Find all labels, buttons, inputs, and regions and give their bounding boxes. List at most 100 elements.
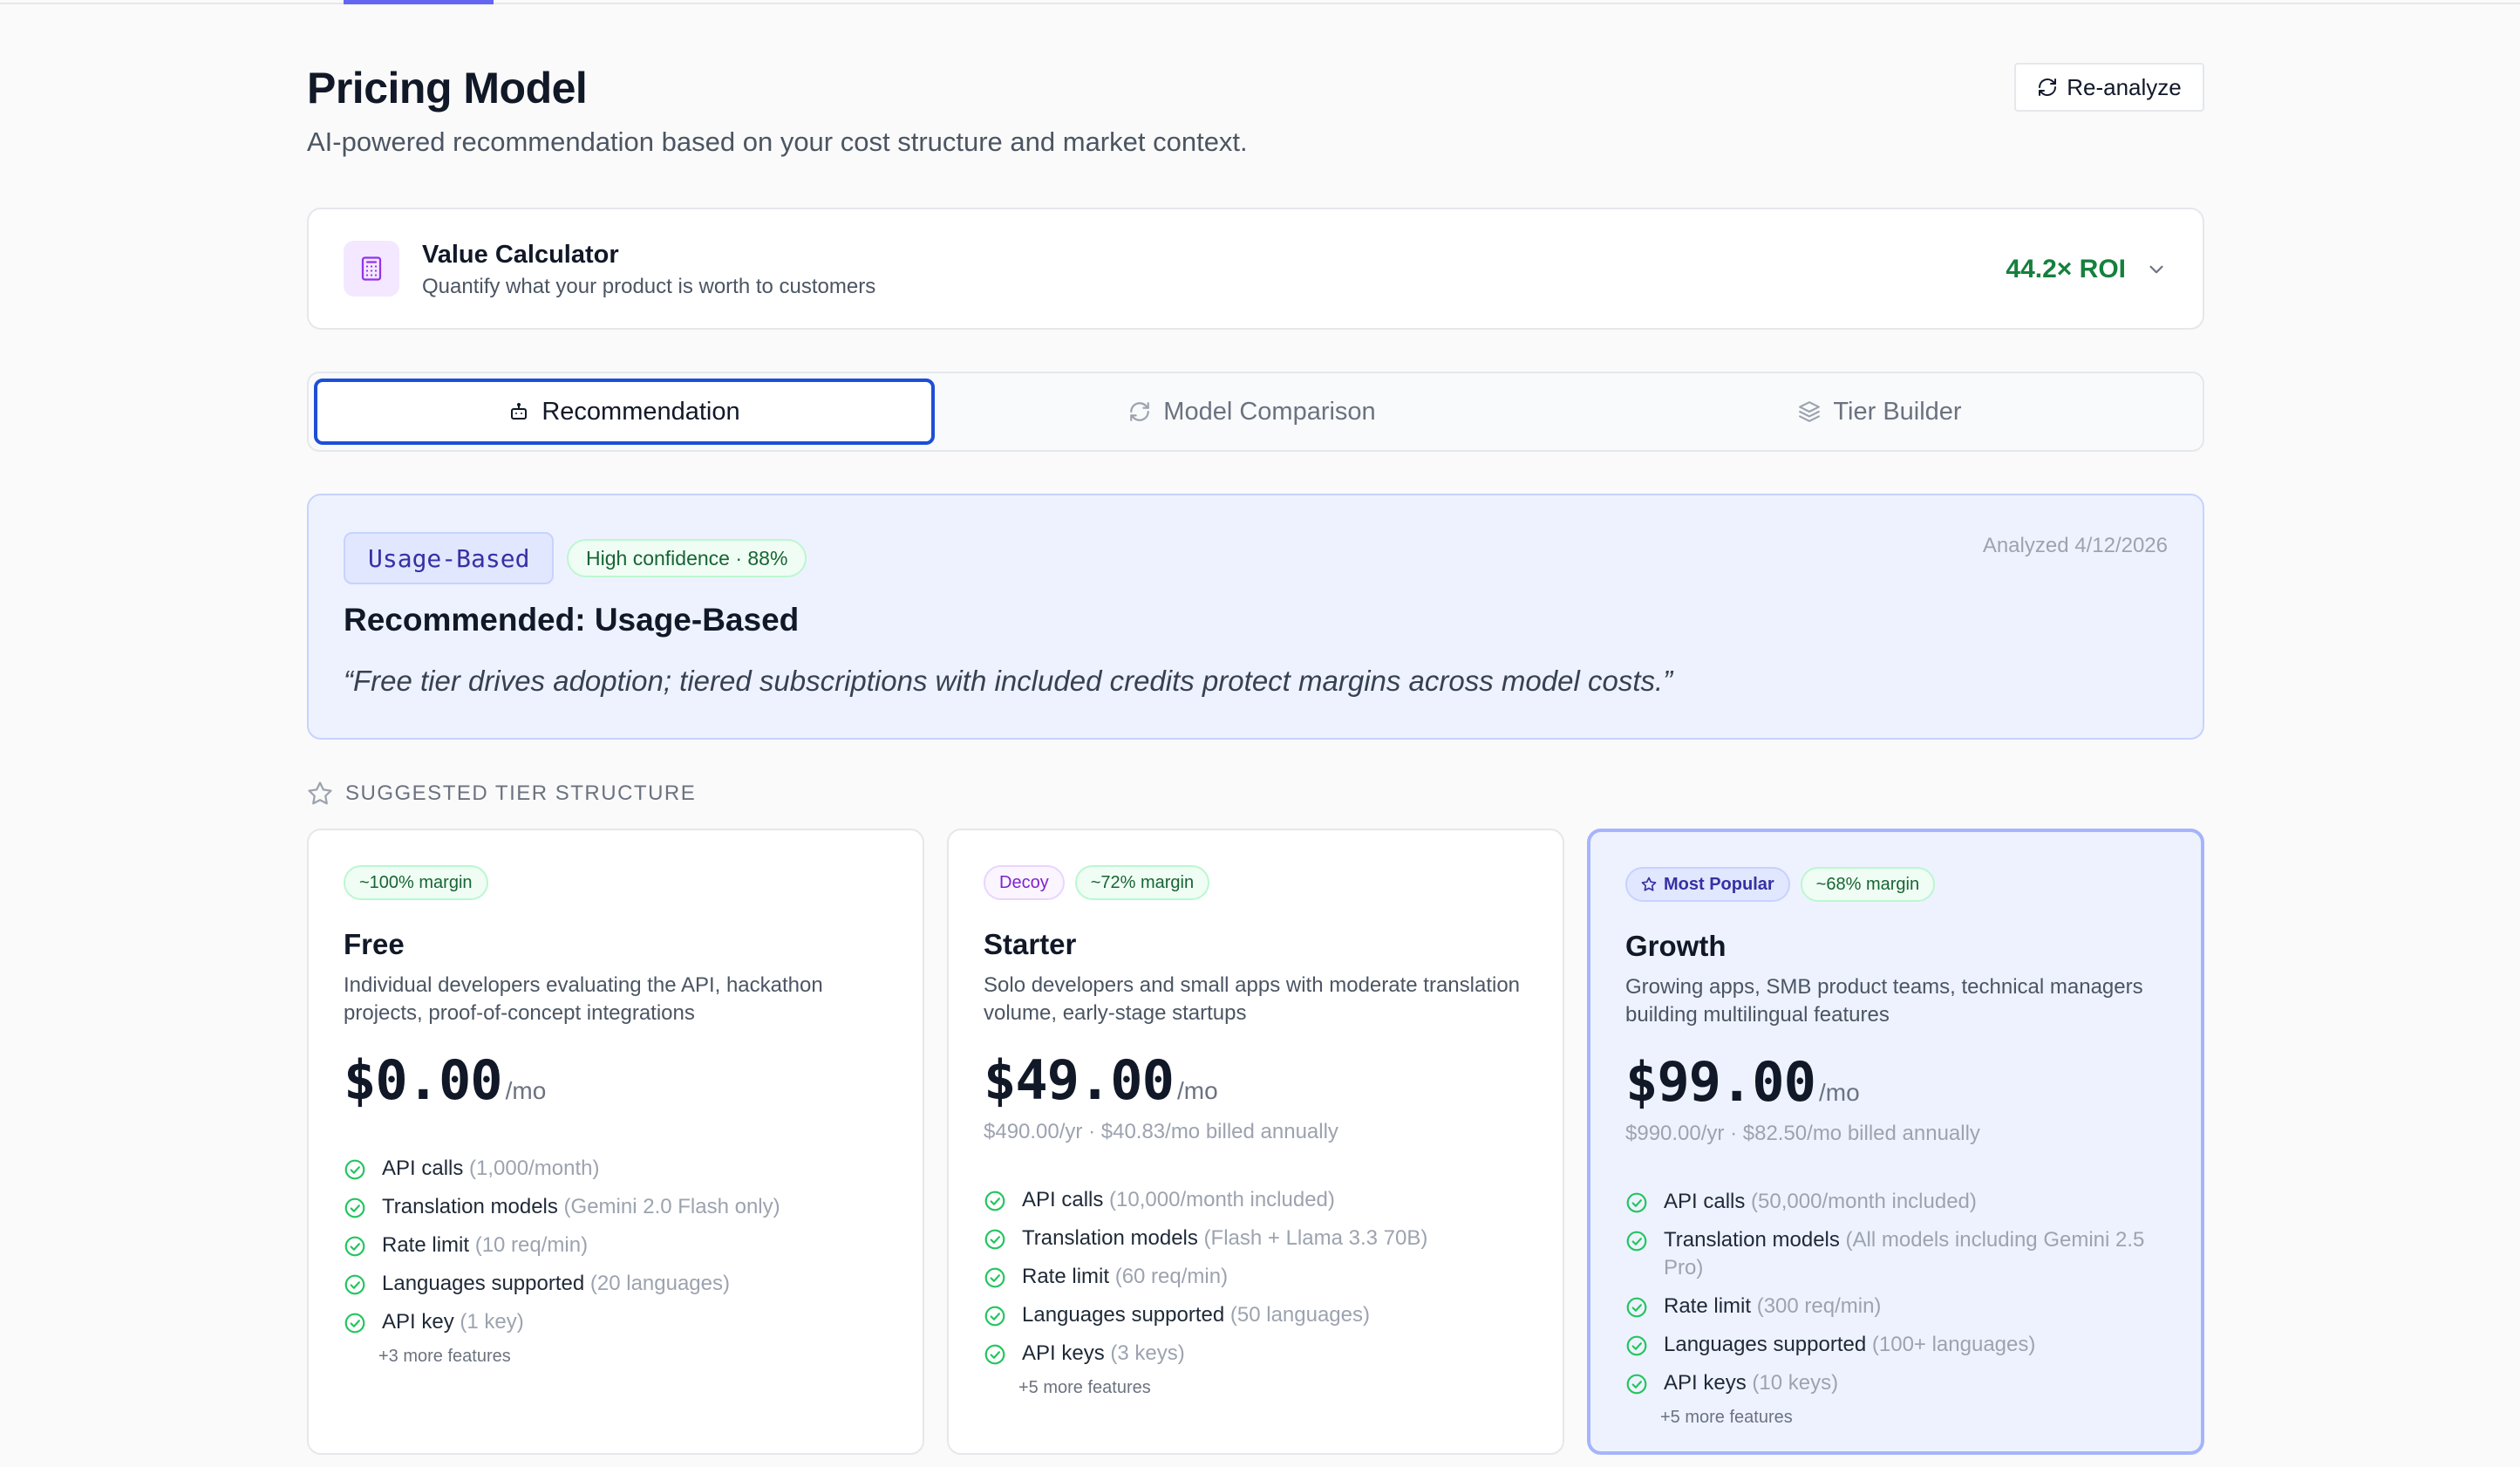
- value-calculator-card[interactable]: Value Calculator Quantify what your prod…: [307, 208, 2204, 330]
- roi-value: 44.2× ROI: [2006, 255, 2126, 283]
- more-features-link[interactable]: +5 more features: [1660, 1408, 2183, 1428]
- tier-card-starter[interactable]: Decoy ~72% margin Starter Solo developers a…: [947, 829, 1564, 1455]
- feature-name: Translation models: [1664, 1228, 1840, 1252]
- star-icon: [308, 781, 332, 805]
- feature-name: Rate limit: [1664, 1294, 1752, 1318]
- feature-list: API calls (10,000/month included) Transla…: [984, 1186, 1542, 1398]
- tier-name: Free: [344, 928, 405, 960]
- top-nav-divider: [0, 0, 2520, 4]
- feature-item: Translation models (Gemini 2.0 Flash onl…: [344, 1193, 902, 1221]
- feature-detail: (300 req/min): [1756, 1294, 1882, 1318]
- tab-recommendation-label: Recommendation: [541, 397, 740, 426]
- price-amount: $99.00: [1625, 1050, 1816, 1114]
- tier-section-title: SUGGESTED TIER STRUCTURE: [345, 781, 697, 805]
- value-calculator-subtitle: Quantify what your product is worth to c…: [422, 275, 876, 298]
- feature-name: API calls: [382, 1157, 464, 1180]
- page-title: Pricing Model: [307, 64, 588, 113]
- refresh-icon: [2039, 78, 2057, 96]
- feature-item: API calls (10,000/month included): [984, 1186, 1542, 1214]
- check-circle-icon: [344, 1273, 366, 1296]
- more-features-link[interactable]: +5 more features: [1018, 1378, 1542, 1398]
- model-type-badge: Usage-Based: [344, 532, 555, 584]
- tier-card-free[interactable]: ~100% margin Free Individual developers ev…: [307, 829, 924, 1455]
- check-circle-icon: [1625, 1296, 1648, 1319]
- feature-detail: (10,000/month included): [1109, 1188, 1335, 1211]
- feature-name: Rate limit: [1022, 1265, 1110, 1288]
- feature-item: Translation models (All models including…: [1625, 1226, 2183, 1282]
- feature-detail: (1 key): [460, 1310, 524, 1334]
- price-amount: $0.00: [344, 1048, 503, 1112]
- page-subtitle: AI-powered recommendation based on your …: [307, 126, 1248, 157]
- active-nav-indicator: [344, 0, 494, 4]
- feature-detail: (Flash + Llama 3.3 70B): [1203, 1226, 1428, 1250]
- more-features-link[interactable]: +3 more features: [378, 1347, 902, 1367]
- chevron-down-icon[interactable]: [2145, 258, 2168, 285]
- feature-detail: (3 keys): [1110, 1341, 1185, 1365]
- price-period: /mo: [505, 1077, 547, 1104]
- feature-name: API keys: [1664, 1371, 1747, 1395]
- check-circle-icon: [344, 1197, 366, 1219]
- check-circle-icon: [344, 1158, 366, 1181]
- layers-icon: [1799, 401, 1821, 422]
- price-period: /mo: [1818, 1079, 1860, 1106]
- tier-badges: ~100% margin: [344, 865, 488, 900]
- feature-name: Languages supported: [1022, 1303, 1225, 1327]
- feature-item: API calls (1,000/month): [344, 1155, 902, 1183]
- feature-item: API calls (50,000/month included): [1625, 1188, 2183, 1216]
- analyzed-date: Analyzed 4/12/2026: [1982, 534, 2168, 557]
- price-amount: $49.00: [984, 1048, 1175, 1112]
- price-period: /mo: [1176, 1077, 1218, 1104]
- tier-card-growth[interactable]: Most Popular ~68% margin Growth Growing app…: [1587, 829, 2204, 1455]
- tier-price: $0.00/mo: [344, 1048, 546, 1112]
- feature-item: API keys (10 keys): [1625, 1369, 2183, 1397]
- recommendation-quote: “Free tier drives adoption; tiered subsc…: [344, 665, 1673, 697]
- annual-price: $990.00/yr · $82.50/mo billed annually: [1625, 1122, 1980, 1145]
- feature-detail: (20 languages): [589, 1272, 730, 1295]
- badge-label: ~100% margin: [359, 872, 473, 892]
- feature-name: Rate limit: [382, 1233, 470, 1257]
- margin-badge: ~68% margin: [1800, 867, 1936, 902]
- tab-tier-builder[interactable]: Tier Builder: [1570, 379, 2190, 445]
- refresh-icon: [1130, 402, 1150, 421]
- reanalyze-label: Re-analyze: [2067, 73, 2182, 100]
- tier-badges: Decoy ~72% margin: [984, 865, 1210, 900]
- badge-label: Most Popular: [1664, 874, 1774, 894]
- confidence-badge: High confidence · 88%: [567, 539, 807, 577]
- feature-item: Languages supported (50 languages): [984, 1301, 1542, 1329]
- tier-name: Growth: [1625, 930, 1727, 962]
- tab-model-comparison[interactable]: Model Comparison: [942, 379, 1563, 445]
- feature-detail: (10 keys): [1752, 1371, 1839, 1395]
- feature-item: Rate limit (10 req/min): [344, 1232, 902, 1259]
- check-circle-icon: [344, 1312, 366, 1334]
- check-circle-icon: [984, 1190, 1006, 1212]
- tab-tier-builder-label: Tier Builder: [1833, 397, 1962, 426]
- feature-item: API keys (3 keys): [984, 1340, 1542, 1368]
- check-circle-icon: [344, 1235, 366, 1258]
- tier-badges: Most Popular ~68% margin: [1625, 867, 1936, 902]
- tab-recommendation[interactable]: Recommendation: [314, 379, 935, 445]
- check-circle-icon: [984, 1343, 1006, 1366]
- feature-detail: (60 req/min): [1114, 1265, 1229, 1288]
- badge-label: ~68% margin: [1815, 874, 1920, 894]
- feature-item: Rate limit (300 req/min): [1625, 1293, 2183, 1320]
- tier-section-header: SUGGESTED TIER STRUCTURE: [307, 778, 696, 809]
- tier-price: $99.00/mo: [1625, 1050, 1860, 1114]
- calculator-icon: [344, 241, 399, 297]
- reanalyze-button[interactable]: Re-analyze: [2014, 63, 2204, 112]
- feature-name: API calls: [1022, 1188, 1104, 1211]
- check-circle-icon: [1625, 1334, 1648, 1357]
- recommendation-title: Recommended: Usage-Based: [344, 602, 800, 638]
- page-header: Pricing Model AI-powered recommendation …: [307, 63, 2204, 167]
- badge-label: ~72% margin: [1090, 872, 1195, 892]
- feature-detail: (50 languages): [1229, 1303, 1370, 1327]
- feature-name: Translation models: [1022, 1226, 1198, 1250]
- tier-name: Starter: [984, 928, 1077, 960]
- view-tabs: Recommendation Model Comparison Tier Bui…: [307, 372, 2204, 452]
- feature-item: API key (1 key): [344, 1308, 902, 1336]
- decoy-badge: Decoy: [984, 865, 1065, 900]
- feature-name: API key: [382, 1310, 454, 1334]
- star-icon: [1641, 877, 1657, 892]
- feature-name: Languages supported: [1664, 1333, 1867, 1356]
- feature-detail: (100+ languages): [1871, 1333, 2036, 1356]
- feature-item: Languages supported (100+ languages): [1625, 1331, 2183, 1359]
